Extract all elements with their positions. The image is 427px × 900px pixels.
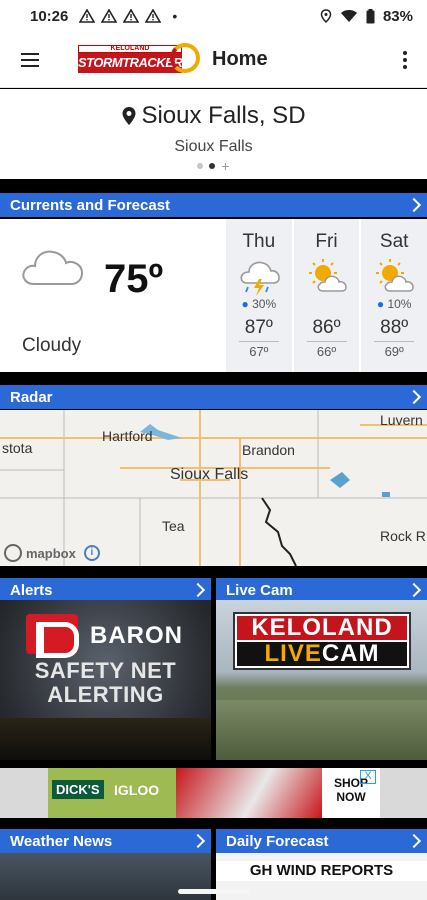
map-label: Brandon [242, 442, 295, 458]
pager-dot [197, 163, 204, 169]
chevron-right-icon [406, 582, 422, 598]
map-label: Sioux Falls [170, 466, 249, 483]
forecast-high: 88º [380, 317, 409, 338]
warning-icon [122, 8, 140, 23]
precip-chance: 30% [252, 297, 277, 311]
partly-sunny-icon [308, 259, 347, 292]
status-bar: 10:26 • 83% [0, 0, 427, 32]
hamburger-icon [21, 58, 39, 61]
alerts-line-1: SAFETY NET [34, 658, 177, 683]
page-title: Home [212, 48, 268, 70]
forecast-day-name: Fri [315, 231, 338, 252]
keloland-livecam-logo: KELOLAND LIVECAM [233, 612, 411, 670]
warning-icon [78, 8, 96, 23]
ad-product-image [176, 768, 322, 818]
ad-close-icon[interactable]: X [360, 770, 376, 784]
pager-dot-active [209, 163, 216, 169]
currents-forecast-header[interactable]: Currents and Forecast [0, 193, 427, 217]
forecast-high: 87º [244, 317, 273, 338]
daily-forecast-caption: GH WIND REPORTS [216, 861, 427, 881]
raindrop-icon: ● [376, 297, 385, 311]
ad-brand: DICK'S [52, 780, 104, 799]
warning-icon [100, 8, 118, 23]
cloud-icon [22, 250, 84, 285]
alerts-header[interactable]: Alerts [0, 578, 211, 602]
daily-forecast-header[interactable]: Daily Forecast [216, 829, 427, 853]
thunderstorm-icon [240, 261, 280, 296]
chevron-right-icon [190, 582, 206, 598]
live-cam-header[interactable]: Live Cam [216, 578, 427, 602]
map-label: Luvern [380, 412, 423, 428]
weather-news-header[interactable]: Weather News [0, 829, 211, 853]
forecast-low: 67º [249, 344, 269, 359]
location-selector[interactable]: Sioux Falls, SD Sioux Falls + [0, 89, 427, 179]
chevron-right-icon [406, 197, 422, 213]
alerts-title: Alerts [10, 581, 53, 599]
forecast-day[interactable]: Sat ● 10% 88º 69º [361, 219, 427, 372]
map-label: stota [2, 440, 33, 456]
forecast-day[interactable]: Fri 86º 66º [293, 219, 360, 372]
map-label: Tea [162, 518, 185, 534]
radar-header[interactable]: Radar [0, 385, 427, 409]
mapbox-logo-icon [4, 544, 22, 562]
chevron-right-icon [190, 833, 206, 849]
ad-product: IGLOO [114, 782, 160, 798]
map-pin-icon [122, 107, 136, 125]
alerts-tile[interactable]: BARON SAFETY NET ALERTING [0, 600, 211, 760]
current-condition: Cloudy [22, 335, 82, 356]
radar-title: Radar [10, 388, 53, 406]
warning-icon [144, 8, 162, 23]
chevron-right-icon [406, 389, 422, 405]
menu-button[interactable] [0, 32, 60, 88]
location-city: Sioux Falls [174, 138, 253, 155]
overflow-menu-button[interactable] [383, 32, 427, 88]
forecast-strip: Thu ● 30% 87º 67º Fri 86º 66º Sat ● 10% … [226, 219, 427, 372]
alerts-line-2: ALERTING [47, 682, 164, 707]
gesture-nav-handle[interactable] [178, 889, 250, 894]
baron-logo-icon [26, 614, 79, 658]
precip-chance [294, 297, 360, 313]
weather-news-title: Weather News [10, 832, 113, 850]
wifi-icon [340, 10, 357, 22]
status-time: 10:26 [30, 7, 69, 25]
mapbox-attribution[interactable]: mapbox i [4, 544, 100, 562]
map-label: Hartford [102, 428, 153, 444]
radar-map[interactable]: stota Hartford Brandon Luvern Sioux Fall… [0, 410, 427, 566]
raindrop-icon: ● [241, 297, 249, 311]
forecast-low: 66º [316, 344, 337, 359]
add-location-icon[interactable]: + [221, 159, 229, 173]
partly-sunny-icon [376, 259, 414, 292]
radar-map-graphic [0, 410, 427, 566]
current-conditions[interactable]: 75º Cloudy Thu ● 30% 87º 67º Fri 86º 66º… [0, 219, 427, 372]
location-icon [320, 9, 332, 23]
location-name: Sioux Falls, SD [141, 102, 306, 129]
app-bar: KELOLAND STORMTRACKER Home [0, 32, 427, 88]
location-pager[interactable]: + [0, 159, 427, 173]
stormtracker-logo: KELOLAND STORMTRACKER [78, 42, 200, 77]
precip-chance: 10% [387, 297, 412, 311]
baron-brand: BARON [90, 622, 183, 649]
daily-forecast-title: Daily Forecast [226, 832, 329, 850]
current-temperature: 75º [104, 257, 164, 301]
live-cam-title: Live Cam [226, 581, 293, 599]
currents-forecast-title: Currents and Forecast [10, 196, 171, 214]
live-cam-tile[interactable]: KELOLAND LIVECAM [216, 600, 427, 760]
forecast-high: 86º [312, 317, 341, 338]
forecast-day-name: Sat [379, 231, 409, 252]
chevron-right-icon [406, 833, 422, 849]
forecast-day-name: Thu [242, 231, 276, 252]
battery-percent: 83% [382, 7, 413, 25]
forecast-day[interactable]: Thu ● 30% 87º 67º [226, 219, 292, 372]
map-label: Rock R [380, 528, 426, 544]
ad-banner[interactable]: DICK'S IGLOO SHOP NOW X [0, 768, 427, 818]
notification-dot-icon: • [172, 8, 178, 24]
forecast-low: 69º [384, 344, 404, 359]
info-icon[interactable]: i [83, 545, 100, 561]
battery-icon [366, 8, 375, 23]
